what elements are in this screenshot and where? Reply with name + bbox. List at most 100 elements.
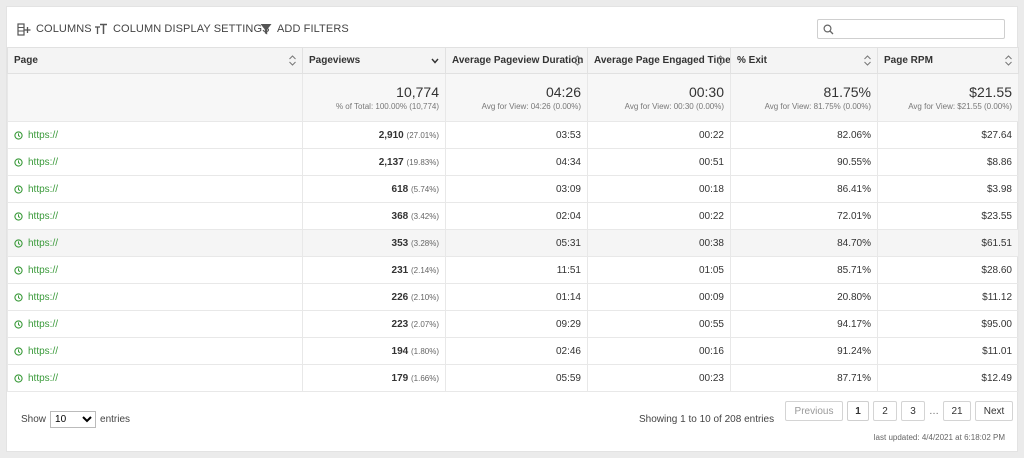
table-row: https:// 2,910 (27.01%) 03:53 00:22 82.0… bbox=[7, 121, 1019, 149]
report-card: COLUMNS COLUMN DISPLAY SETTINGS ADD FILT… bbox=[6, 6, 1019, 452]
filter-icon bbox=[260, 23, 272, 34]
search-box bbox=[817, 19, 1005, 39]
duration-cell: 03:53 bbox=[445, 121, 588, 149]
search-input[interactable] bbox=[838, 20, 1002, 38]
engaged-cell: 00:55 bbox=[587, 310, 731, 338]
next-page-button[interactable]: Next bbox=[975, 401, 1013, 421]
totals-pageviews-cell: 10,774 % of Total: 100.00% (10,774) bbox=[302, 73, 446, 122]
pageviews-value: 2,910 bbox=[378, 129, 404, 141]
column-header-label: % Exit bbox=[737, 55, 768, 66]
duration-cell: 02:46 bbox=[445, 337, 588, 365]
sort-icon bbox=[864, 55, 871, 66]
column-header-label: Average Pageview Duration bbox=[452, 55, 584, 66]
pageviews-value: 353 bbox=[391, 237, 409, 249]
page-button-3[interactable]: 3 bbox=[901, 401, 925, 421]
rpm-cell: $23.55 bbox=[877, 202, 1019, 230]
rpm-cell: $28.60 bbox=[877, 256, 1019, 284]
totals-sub: Avg for View: $21.55 (0.00%) bbox=[908, 101, 1012, 111]
page-url: https:// bbox=[28, 372, 59, 384]
page-cell: https:// bbox=[7, 202, 303, 230]
sort-icon bbox=[574, 55, 581, 66]
clock-icon bbox=[14, 130, 23, 140]
redacted-url-area bbox=[64, 338, 248, 364]
duration-cell: 11:51 bbox=[445, 256, 588, 284]
column-header-page[interactable]: Page bbox=[7, 47, 303, 74]
redacted-url-area bbox=[64, 203, 248, 229]
table-row: https:// 226 (2.10%) 01:14 00:09 20.80% … bbox=[7, 283, 1019, 311]
pageviews-value: 231 bbox=[391, 264, 409, 276]
page-cell: https:// bbox=[7, 229, 303, 257]
totals-row: 10,774 % of Total: 100.00% (10,774) 04:2… bbox=[7, 73, 1019, 122]
duration-cell: 05:31 bbox=[445, 229, 588, 257]
page-size-select[interactable]: 102550100 bbox=[50, 411, 97, 428]
rpm-cell: $61.51 bbox=[877, 229, 1019, 257]
redacted-url-area bbox=[64, 176, 248, 202]
page-button-last[interactable]: 21 bbox=[943, 401, 971, 421]
exit-cell: 90.55% bbox=[730, 148, 878, 176]
pageviews-percent: (1.66%) bbox=[410, 373, 439, 383]
totals-rpm-cell: $21.55 Avg for View: $21.55 (0.00%) bbox=[877, 73, 1019, 122]
column-display-settings-label: COLUMN DISPLAY SETTINGS bbox=[113, 23, 270, 35]
totals-page-cell bbox=[7, 73, 303, 122]
last-updated: last updated: 4/4/2021 at 6:18:02 PM bbox=[873, 433, 1005, 442]
page-cell: https:// bbox=[7, 310, 303, 338]
pageviews-percent: (3.28%) bbox=[410, 238, 439, 248]
chevron-down-icon bbox=[431, 58, 439, 64]
table-row: https:// 2,137 (19.83%) 04:34 00:51 90.5… bbox=[7, 148, 1019, 176]
pageviews-percent: (5.74%) bbox=[410, 184, 439, 194]
totals-value: 10,774 bbox=[396, 83, 439, 100]
page-url: https:// bbox=[28, 183, 59, 195]
totals-value: 04:26 bbox=[545, 83, 581, 100]
pageviews-cell: 231 (2.14%) bbox=[302, 256, 446, 284]
redacted-url-area bbox=[64, 257, 248, 283]
engaged-cell: 00:16 bbox=[587, 337, 731, 365]
exit-cell: 86.41% bbox=[730, 175, 878, 203]
add-filters-button[interactable]: ADD FILTERS bbox=[260, 21, 349, 37]
table-row: https:// 368 (3.42%) 02:04 00:22 72.01% … bbox=[7, 202, 1019, 230]
pageviews-cell: 226 (2.10%) bbox=[302, 283, 446, 311]
engaged-cell: 00:22 bbox=[587, 202, 731, 230]
exit-cell: 20.80% bbox=[730, 283, 878, 311]
search-icon bbox=[823, 23, 834, 34]
clock-icon bbox=[14, 346, 23, 356]
redacted-url-area bbox=[64, 122, 248, 148]
redacted-url-area bbox=[64, 149, 248, 175]
page-button-2[interactable]: 2 bbox=[873, 401, 897, 421]
page-url: https:// bbox=[28, 237, 59, 249]
column-header-exit[interactable]: % Exit bbox=[730, 47, 878, 74]
exit-cell: 91.24% bbox=[730, 337, 878, 365]
exit-cell: 84.70% bbox=[730, 229, 878, 257]
column-header-avg-engaged-time[interactable]: Average Page Engaged Time bbox=[587, 47, 731, 74]
pageviews-cell: 179 (1.66%) bbox=[302, 364, 446, 392]
column-header-avg-pageview-duration[interactable]: Average Pageview Duration bbox=[445, 47, 588, 74]
previous-page-button[interactable]: Previous bbox=[785, 401, 843, 421]
page-button-1[interactable]: 1 bbox=[847, 401, 869, 421]
pageviews-value: 618 bbox=[391, 183, 409, 195]
table-info: Showing 1 to 10 of 208 entries bbox=[639, 414, 775, 425]
totals-value: $21.55 bbox=[969, 83, 1012, 100]
clock-icon bbox=[14, 238, 23, 248]
column-display-settings-button[interactable]: COLUMN DISPLAY SETTINGS bbox=[94, 21, 270, 37]
columns-button[interactable]: COLUMNS bbox=[17, 21, 92, 37]
column-header-pageviews[interactable]: Pageviews bbox=[302, 47, 446, 74]
pageviews-cell: 194 (1.80%) bbox=[302, 337, 446, 365]
exit-cell: 85.71% bbox=[730, 256, 878, 284]
table-row: https:// 618 (5.74%) 03:09 00:18 86.41% … bbox=[7, 175, 1019, 203]
column-header-page-rpm[interactable]: Page RPM bbox=[877, 47, 1019, 74]
pageviews-value: 223 bbox=[391, 318, 409, 330]
pageviews-percent: (2.07%) bbox=[410, 319, 439, 329]
rpm-cell: $8.86 bbox=[877, 148, 1019, 176]
page-url: https:// bbox=[28, 129, 59, 141]
exit-cell: 72.01% bbox=[730, 202, 878, 230]
totals-exit-cell: 81.75% Avg for View: 81.75% (0.00%) bbox=[730, 73, 878, 122]
pageviews-cell: 353 (3.28%) bbox=[302, 229, 446, 257]
page-length-control: Show 102550100 entries bbox=[21, 411, 130, 428]
page-cell: https:// bbox=[7, 283, 303, 311]
page-url: https:// bbox=[28, 318, 59, 330]
pageviews-value: 368 bbox=[391, 210, 409, 222]
column-header-label: Pageviews bbox=[309, 55, 361, 66]
rpm-cell: $95.00 bbox=[877, 310, 1019, 338]
engaged-cell: 00:38 bbox=[587, 229, 731, 257]
pageviews-percent: (2.10%) bbox=[410, 292, 439, 302]
table-row: https:// 223 (2.07%) 09:29 00:55 94.17% … bbox=[7, 310, 1019, 338]
